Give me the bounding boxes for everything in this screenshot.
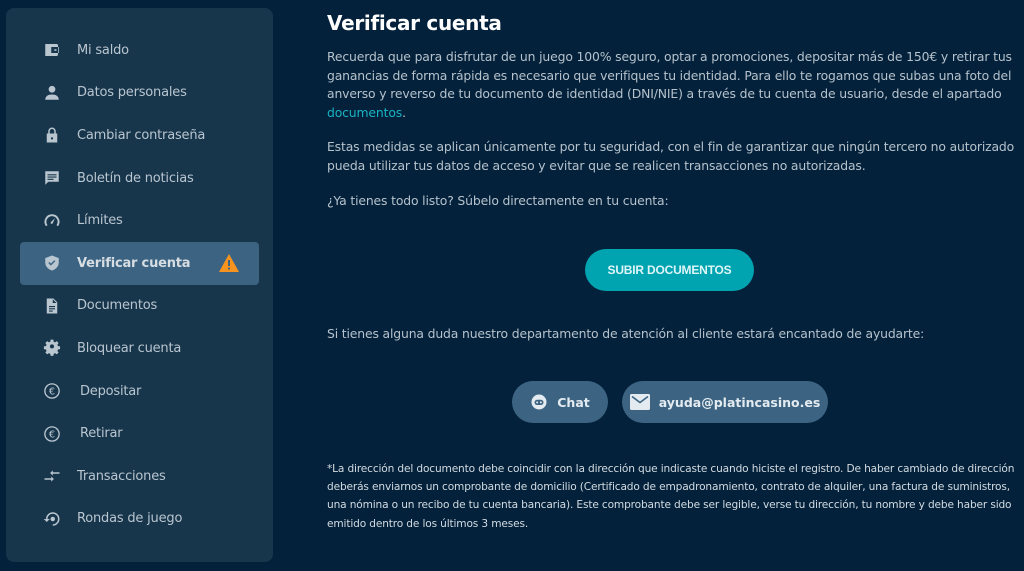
speedometer-icon bbox=[42, 211, 62, 231]
shield-check-icon bbox=[42, 253, 62, 273]
email-button-label: ayuda@platincasino.es bbox=[658, 394, 821, 410]
euro-icon: € bbox=[42, 381, 62, 401]
document-icon bbox=[42, 296, 62, 316]
sidebar-item-limites[interactable]: Límites bbox=[20, 199, 259, 242]
svg-text:€: € bbox=[49, 386, 55, 397]
sidebar-item-label: Depositar bbox=[80, 383, 142, 399]
sidebar-item-datos-personales[interactable]: Datos personales bbox=[20, 72, 259, 115]
ready-prompt: ¿Ya tienes todo listo? Súbelo directamen… bbox=[327, 192, 669, 208]
sidebar-item-label: Rondas de juego bbox=[77, 511, 183, 527]
page-title: Verificar cuenta bbox=[327, 11, 502, 35]
sidebar-item-mi-saldo[interactable]: Mi saldo bbox=[20, 29, 259, 72]
help-text: Si tienes alguna duda nuestro departamen… bbox=[327, 326, 925, 341]
chat-bot-icon bbox=[531, 394, 547, 410]
sidebar-item-transacciones[interactable]: Transacciones bbox=[20, 455, 259, 498]
sidebar-item-label: Mi saldo bbox=[77, 42, 129, 58]
sidebar-item-label: Retirar bbox=[80, 426, 123, 442]
sidebar-item-label: Bloquear cuenta bbox=[77, 340, 182, 356]
svg-text:€: € bbox=[49, 429, 55, 440]
chat-button[interactable]: Chat bbox=[512, 381, 608, 423]
sidebar-item-label: Boletín de noticias bbox=[77, 170, 194, 186]
sidebar-item-label: Documentos bbox=[77, 298, 158, 314]
verify-account-content: Verificar cuenta Recuerda que para disfr… bbox=[327, 0, 1017, 530]
email-button[interactable]: ayuda@platincasino.es bbox=[622, 381, 828, 423]
euro-icon: € bbox=[42, 424, 62, 444]
security-paragraph: Estas medidas se aplican únicamente por … bbox=[327, 139, 1015, 173]
history-icon bbox=[42, 509, 62, 529]
documents-link[interactable]: documentos bbox=[327, 105, 402, 120]
sidebar-item-label: Datos personales bbox=[77, 85, 187, 101]
sidebar-item-depositar[interactable]: € Depositar bbox=[20, 370, 259, 413]
warning-icon bbox=[219, 253, 239, 272]
upload-documents-button[interactable]: SUBIR DOCUMENTOS bbox=[585, 249, 754, 291]
chat-button-label: Chat bbox=[557, 394, 590, 410]
sidebar-item-label: Transacciones bbox=[77, 468, 166, 484]
chat-bubble-icon bbox=[42, 168, 62, 188]
sidebar-item-label: Cambiar contraseña bbox=[77, 127, 206, 143]
sidebar-item-boletin[interactable]: Boletín de noticias bbox=[20, 157, 259, 200]
address-footnote: *La dirección del documento debe coincid… bbox=[327, 463, 1015, 530]
account-sidebar: Mi saldo Datos personales Cambiar contra… bbox=[6, 8, 273, 562]
transfer-arrows-icon bbox=[42, 466, 62, 486]
sidebar-item-bloquear-cuenta[interactable]: Bloquear cuenta bbox=[20, 327, 259, 370]
sidebar-item-verificar-cuenta[interactable]: Verificar cuenta bbox=[20, 241, 259, 285]
wallet-icon bbox=[42, 40, 62, 60]
gear-icon bbox=[42, 338, 62, 358]
sidebar-item-rondas-de-juego[interactable]: Rondas de juego bbox=[20, 498, 259, 541]
envelope-icon bbox=[629, 394, 650, 410]
sidebar-item-cambiar-contrasena[interactable]: Cambiar contraseña bbox=[20, 114, 259, 157]
sidebar-item-documentos[interactable]: Documentos bbox=[20, 285, 259, 328]
sidebar-item-label: Verificar cuenta bbox=[77, 255, 191, 271]
person-icon bbox=[42, 83, 62, 103]
sidebar-item-label: Límites bbox=[77, 213, 123, 229]
sidebar-item-retirar[interactable]: € Retirar bbox=[20, 412, 259, 455]
intro-paragraph: Recuerda que para disfrutar de un juego … bbox=[327, 49, 1012, 120]
lock-icon bbox=[42, 125, 62, 145]
